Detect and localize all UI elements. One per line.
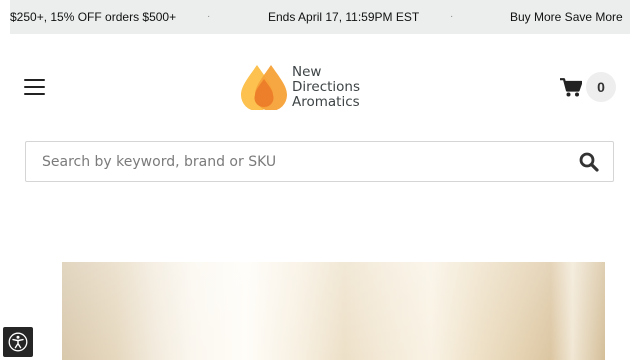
promo-text-discount: $250+, 15% OFF orders $500+: [10, 10, 177, 24]
magnifier-icon: [579, 152, 599, 172]
drops-logo-icon: [241, 65, 287, 110]
logo-line-3: Aromatics: [292, 94, 360, 110]
promo-text-buy-more: Buy More Save More: [510, 10, 623, 24]
hero-image: [62, 262, 605, 360]
cart-button[interactable]: 0: [560, 72, 616, 102]
shopping-cart-icon: [560, 78, 582, 97]
search-input[interactable]: [27, 143, 582, 180]
accessibility-icon: [8, 332, 28, 352]
search-bar: [25, 141, 614, 182]
logo-line-2: Directions: [292, 79, 361, 95]
promo-separator: ·: [207, 11, 211, 22]
search-button[interactable]: [579, 152, 599, 172]
logo-line-1: New: [292, 64, 322, 80]
cart-count-badge: 0: [586, 72, 616, 102]
promo-bar: $250+, 15% OFF orders $500+ · Ends April…: [10, 0, 630, 34]
logo[interactable]: New Directions Aromatics: [240, 64, 372, 112]
menu-button[interactable]: [24, 78, 45, 96]
accessibility-button[interactable]: [3, 327, 33, 357]
promo-text-deadline: Ends April 17, 11:59PM EST: [268, 10, 420, 24]
promo-separator: ·: [450, 11, 454, 22]
logo-wordmark: New Directions Aromatics: [292, 65, 372, 110]
